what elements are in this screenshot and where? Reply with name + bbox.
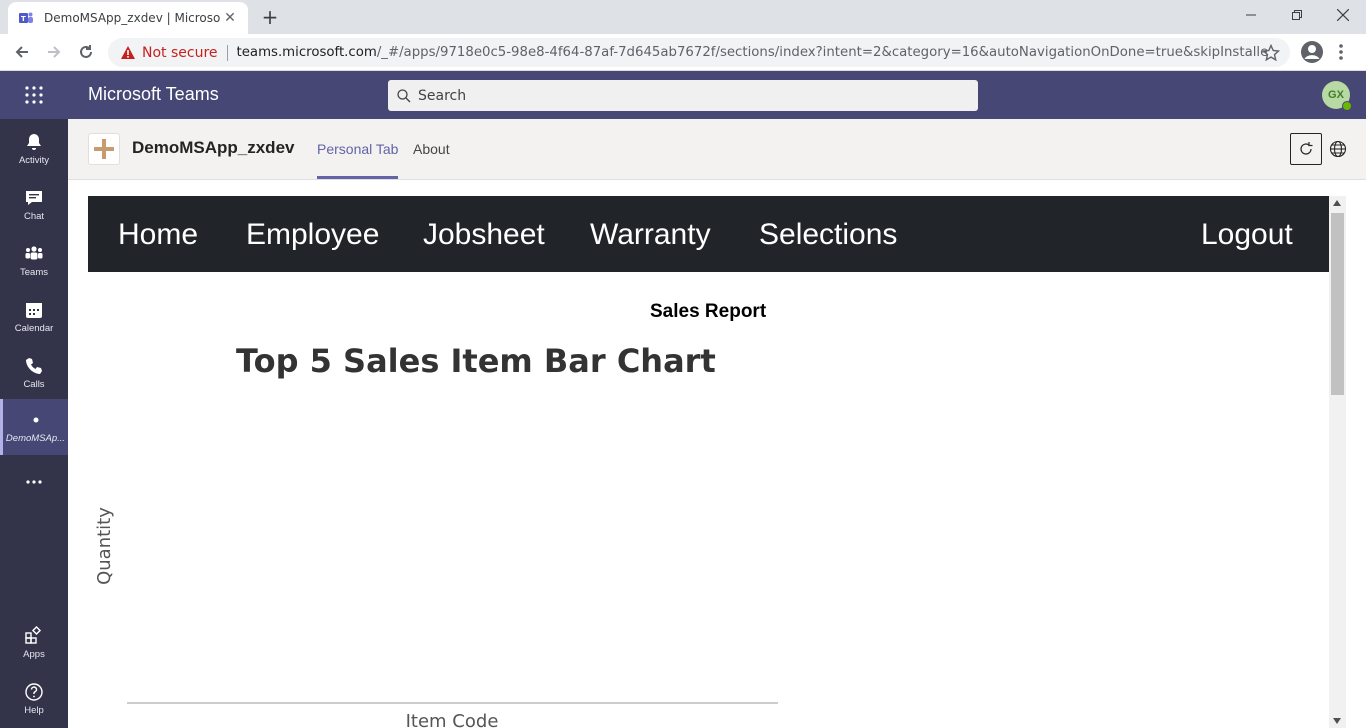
apps-icon — [25, 626, 42, 644]
close-icon — [1337, 9, 1349, 21]
omnibox-separator — [226, 44, 228, 61]
rail-label-app: DemoMSAp... — [5, 433, 66, 444]
search-icon — [397, 88, 411, 102]
teams-title: Microsoft Teams — [88, 84, 219, 104]
app-content-frame: Home Employee Jobsheet Warranty Selectio… — [88, 196, 1329, 728]
rail-label-activity: Activity — [18, 155, 50, 166]
rail-label-apps: Apps — [23, 649, 45, 660]
bell-icon — [27, 134, 41, 150]
back-button[interactable] — [10, 40, 34, 64]
nav-jobsheet[interactable]: Jobsheet — [423, 218, 545, 252]
more-icon — [26, 479, 42, 484]
rail-item-teams[interactable]: Teams — [0, 233, 68, 289]
app-logo — [88, 133, 120, 165]
y-axis-label: Quantity — [94, 507, 115, 585]
browser-tabbar: T DemoMSApp_zxdev | Microsoft Teams ✕ + — [0, 0, 1366, 34]
tab-about[interactable]: About — [413, 141, 450, 157]
reload-icon — [80, 45, 92, 58]
rail-item-chat[interactable]: Chat — [0, 177, 68, 233]
globe-icon[interactable] — [1328, 139, 1348, 159]
browser-menu-icon[interactable] — [1336, 42, 1346, 62]
scroll-up-arrow-icon[interactable] — [1333, 200, 1341, 206]
rail-label-help: Help — [24, 705, 44, 716]
refresh-icon — [1300, 142, 1313, 155]
browser-tab[interactable]: T DemoMSApp_zxdev | Microsoft Teams ✕ — [8, 2, 248, 34]
presence-badge — [1342, 101, 1352, 111]
nav-logout[interactable]: Logout — [1201, 218, 1293, 252]
new-tab-button[interactable]: + — [258, 6, 282, 30]
omnibox[interactable]: Not secure teams.microsoft.com/_#/apps/9… — [108, 38, 1290, 67]
restore-icon — [1292, 10, 1302, 20]
report-title: Sales Report — [650, 301, 767, 322]
x-axis-label: Item Code — [406, 711, 499, 728]
app-header: DemoMSApp_zxdev Personal Tab About — [68, 119, 1366, 180]
nav-warranty[interactable]: Warranty — [590, 218, 711, 252]
plus-logo-icon — [94, 139, 114, 159]
chart-title: Top 5 Sales Item Bar Chart — [236, 342, 716, 380]
close-tab-icon[interactable]: ✕ — [222, 10, 238, 26]
scroll-thumb[interactable] — [1331, 213, 1344, 395]
nav-employee[interactable]: Employee — [246, 218, 379, 252]
left-rail: Activity Chat Teams Calendar Calls DemoM… — [0, 119, 68, 728]
not-secure-label[interactable]: Not secure — [142, 45, 218, 61]
restore-button[interactable] — [1274, 0, 1320, 30]
teams-favicon-icon: T — [19, 12, 33, 23]
address-bar-row: Not secure teams.microsoft.com/_#/apps/9… — [0, 34, 1366, 71]
minimize-button[interactable] — [1228, 0, 1274, 30]
warning-icon — [121, 45, 135, 59]
nav-home[interactable]: Home — [118, 218, 198, 252]
url-text[interactable]: teams.microsoft.com/_#/apps/9718e0c5-98e… — [237, 45, 1267, 60]
sales-bar-chart: Top 5 Sales Item Bar Chart Item Code Qua… — [94, 342, 778, 728]
bookmark-star-icon[interactable] — [1262, 44, 1280, 62]
arrow-right-icon — [48, 46, 61, 58]
rail-more-button[interactable] — [0, 455, 68, 511]
nav-selections[interactable]: Selections — [759, 218, 897, 252]
minimize-icon — [1246, 14, 1256, 16]
app-launcher-icon[interactable] — [24, 85, 44, 105]
rail-item-calendar[interactable]: Calendar — [0, 289, 68, 345]
forward-button[interactable] — [42, 40, 66, 64]
rail-label-calendar: Calendar — [14, 323, 54, 334]
rail-item-help[interactable]: Help — [0, 671, 68, 727]
search-placeholder: Search — [418, 87, 467, 104]
scroll-down-arrow-icon[interactable] — [1333, 718, 1341, 724]
chat-icon — [26, 191, 42, 205]
teams-icon — [25, 246, 43, 260]
search-input[interactable]: Search — [388, 80, 978, 111]
calendar-icon — [26, 303, 42, 318]
rail-label-calls: Calls — [23, 379, 45, 390]
teams-header: Microsoft Teams Search GX — [0, 71, 1366, 119]
close-window-button[interactable] — [1320, 0, 1366, 30]
dot-icon — [33, 417, 38, 423]
reload-button[interactable] — [74, 40, 98, 64]
rail-item-apps[interactable]: Apps — [0, 615, 68, 671]
rail-item-activity[interactable]: Activity — [0, 121, 68, 177]
rail-label-teams: Teams — [20, 267, 48, 278]
app-navbar: Home Employee Jobsheet Warranty Selectio… — [88, 196, 1329, 272]
content-scrollbar[interactable] — [1329, 196, 1346, 728]
tab-personal[interactable]: Personal Tab — [317, 141, 399, 179]
svg-text:T: T — [21, 15, 26, 23]
app-name: DemoMSApp_zxdev — [132, 138, 295, 157]
rail-label-chat: Chat — [23, 211, 45, 222]
help-icon — [25, 683, 43, 701]
url-host: teams.microsoft.com — [236, 45, 377, 60]
rail-item-calls[interactable]: Calls — [0, 345, 68, 401]
browser-tab-title: DemoMSApp_zxdev | Microsoft Teams — [44, 11, 220, 25]
arrow-left-icon — [15, 46, 28, 58]
rail-item-demomsapp[interactable]: DemoMSAp... — [0, 399, 68, 455]
reload-tab-button[interactable] — [1290, 133, 1322, 165]
browser-profile-icon[interactable] — [1300, 40, 1324, 64]
url-path: /_#/apps/9718e0c5-98e8-4f64-87af-7d645ab… — [376, 45, 1267, 60]
phone-icon — [26, 358, 42, 374]
